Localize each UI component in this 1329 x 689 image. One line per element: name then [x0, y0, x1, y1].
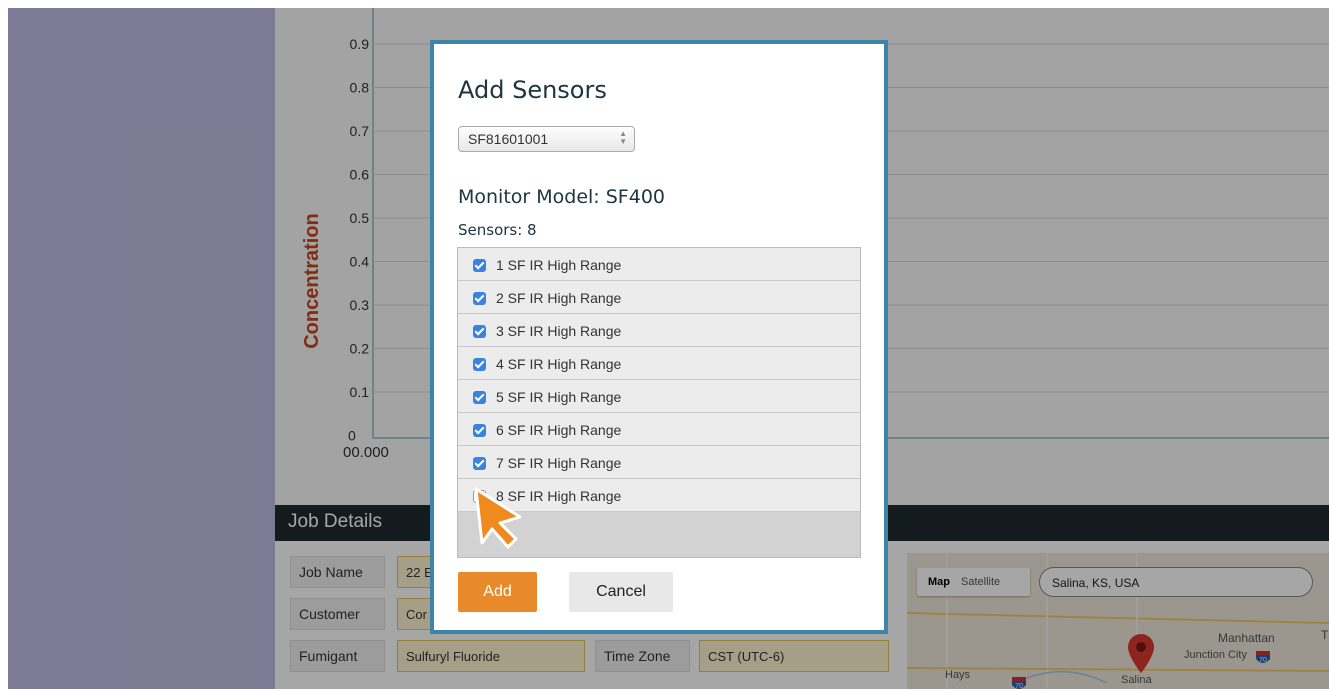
sensor-checkbox[interactable]	[473, 358, 486, 371]
sensor-row[interactable]: 6 SF IR High Range	[458, 413, 860, 446]
sensor-checkbox[interactable]	[473, 325, 486, 338]
sensor-row[interactable]: 3 SF IR High Range	[458, 314, 860, 347]
left-dim-overlay	[8, 8, 275, 689]
sensor-row[interactable]: 1 SF IR High Range	[458, 248, 860, 281]
sensor-label: 6 SF IR High Range	[496, 422, 622, 438]
sensor-row[interactable]: 4 SF IR High Range	[458, 347, 860, 380]
sensor-row[interactable]: 7 SF IR High Range	[458, 446, 860, 479]
sensor-checkbox[interactable]	[473, 424, 486, 437]
sensor-checkbox[interactable]	[473, 292, 486, 305]
cancel-button[interactable]: Cancel	[569, 572, 673, 612]
add-button[interactable]: Add	[458, 572, 537, 612]
sensor-label: 7 SF IR High Range	[496, 455, 622, 471]
app-frame: 0.9 0.8 0.7 0.6 0.5 0.4 0.3 0.2 0.1 0 Concentrati…	[0, 0, 1329, 689]
sensor-checkbox[interactable]	[473, 457, 486, 470]
sensor-checkbox[interactable]	[473, 391, 486, 404]
sensor-label: 1 SF IR High Range	[496, 257, 622, 273]
sensor-label: 5 SF IR High Range	[496, 389, 622, 405]
sensor-row[interactable]: 5 SF IR High Range	[458, 380, 860, 413]
sensor-label: 4 SF IR High Range	[496, 356, 622, 372]
sensor-label: 3 SF IR High Range	[496, 323, 622, 339]
select-arrows-icon: ▲ ▼	[619, 129, 627, 146]
dialog-title: Add Sensors	[458, 76, 607, 104]
pointer-cursor-icon	[474, 487, 522, 549]
device-select[interactable]: SF81601001 ▲ ▼	[458, 126, 635, 152]
sensor-label: 2 SF IR High Range	[496, 290, 622, 306]
monitor-model-text: Monitor Model: SF400	[458, 186, 666, 208]
device-select-value: SF81601001	[468, 131, 549, 147]
sensor-row[interactable]: 2 SF IR High Range	[458, 281, 860, 314]
sensor-checkbox[interactable]	[473, 259, 486, 272]
sensor-count-text: Sensors: 8	[458, 221, 537, 239]
